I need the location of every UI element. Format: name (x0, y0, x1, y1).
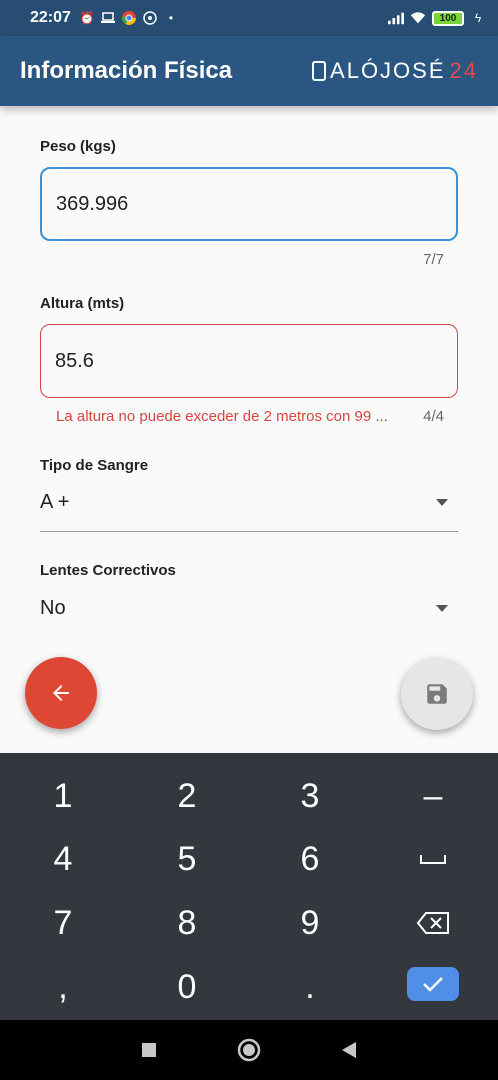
alarm-icon: ⏰ (79, 11, 95, 25)
circle-icon (237, 1038, 261, 1062)
logo-number: 24 (449, 58, 478, 83)
square-icon (142, 1043, 156, 1057)
altura-value: 85.6 (55, 349, 94, 372)
key-9[interactable]: 9 (260, 895, 360, 951)
key-comma[interactable]: , (13, 959, 113, 1015)
key-minus[interactable]: – (383, 768, 483, 824)
space-icon (420, 855, 446, 864)
key-space[interactable] (383, 831, 483, 887)
page-title: Información Física (20, 57, 233, 84)
altura-counter: 4/4 (423, 408, 444, 425)
checkmark-icon (423, 977, 443, 992)
peso-counter: 7/7 (423, 251, 444, 268)
physical-info-form: Peso (kgs) 369.996 7/7 Altura (mts) 85.6… (40, 106, 458, 637)
system-nav-bar (0, 1020, 498, 1080)
signal-icon (388, 10, 404, 26)
wifi-icon (410, 10, 426, 26)
key-0[interactable]: 0 (137, 959, 237, 1015)
tipo-sangre-value: A + (40, 491, 70, 513)
back-button[interactable] (25, 657, 97, 729)
logo-mark-icon (312, 61, 327, 81)
arrow-left-icon (53, 685, 69, 701)
status-time: 22:07 (30, 9, 71, 26)
key-6[interactable]: 6 (260, 831, 360, 887)
charging-icon: ϟ (474, 11, 482, 25)
key-done[interactable] (407, 967, 459, 1001)
app-bar: Información Física ALÓJOSÉ 24 (0, 36, 498, 106)
dot-icon: • (168, 11, 174, 25)
peso-input[interactable]: 369.996 (40, 167, 458, 241)
laptop-icon (100, 10, 116, 26)
back-nav-button[interactable] (341, 1041, 357, 1059)
home-button[interactable] (237, 1038, 261, 1062)
save-button[interactable] (401, 658, 473, 730)
altura-label: Altura (mts) (40, 295, 125, 312)
chrome-icon (121, 10, 137, 26)
tipo-sangre-dropdown[interactable]: A + (40, 474, 458, 532)
peso-label: Peso (kgs) (40, 138, 116, 155)
triangle-back-icon (342, 1042, 356, 1058)
logo-text: ALÓJOSÉ (330, 58, 446, 83)
key-4[interactable]: 4 (13, 831, 113, 887)
battery-icon: 100 (432, 10, 464, 26)
key-period[interactable]: . (260, 959, 360, 1015)
key-2[interactable]: 2 (137, 768, 237, 824)
key-8[interactable]: 8 (137, 895, 237, 951)
recents-button[interactable] (141, 1042, 157, 1058)
peso-value: 369.996 (56, 192, 129, 215)
dropdown-arrow-icon (436, 604, 448, 612)
save-icon (427, 684, 447, 704)
key-backspace[interactable] (383, 895, 483, 951)
key-5[interactable]: 5 (137, 831, 237, 887)
numeric-keyboard: 1 2 3 – 4 5 6 7 8 9 , 0 . (0, 753, 498, 1020)
key-1[interactable]: 1 (13, 768, 113, 824)
altura-input[interactable]: 85.6 (40, 324, 458, 398)
backspace-icon (416, 912, 449, 934)
status-bar: 22:07 ⏰ • 100 ϟ (0, 0, 498, 36)
lentes-dropdown[interactable]: No (40, 579, 458, 637)
key-3[interactable]: 3 (260, 768, 360, 824)
altura-error-text: La altura no puede exceder de 2 metros c… (56, 408, 388, 425)
key-7[interactable]: 7 (13, 895, 113, 951)
tipo-sangre-label: Tipo de Sangre (40, 457, 149, 474)
lentes-label: Lentes Correctivos (40, 562, 176, 579)
lentes-value: No (40, 596, 66, 619)
dropdown-arrow-icon (436, 499, 448, 506)
sync-icon (142, 10, 158, 26)
brand-logo: ALÓJOSÉ 24 (312, 58, 478, 84)
